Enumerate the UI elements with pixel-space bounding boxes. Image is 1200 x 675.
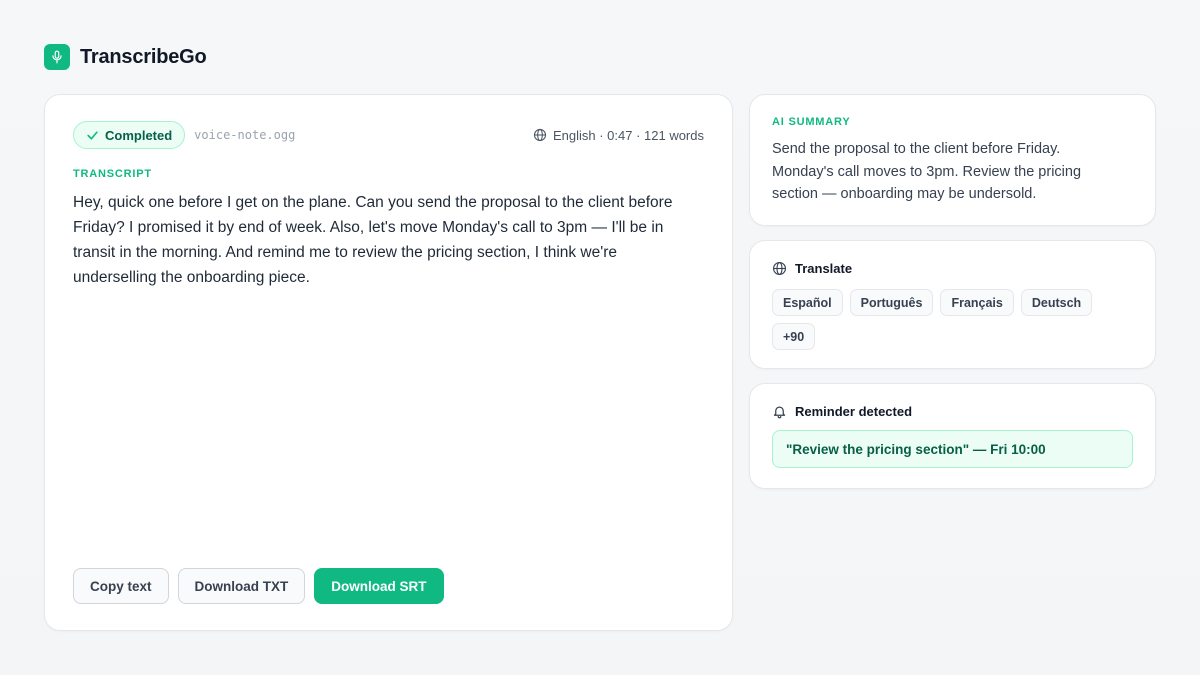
globe-icon — [533, 128, 547, 142]
ai-summary-card: AI Summary Send the proposal to the clie… — [749, 94, 1156, 226]
status-badge: Completed — [73, 121, 186, 149]
language-chips: Español Português Français Deutsch +90 — [772, 289, 1102, 350]
ai-summary-label: AI Summary — [772, 116, 851, 128]
check-icon — [86, 129, 99, 142]
globe-icon — [772, 261, 787, 276]
language-chip-german[interactable]: Deutsch — [1020, 289, 1093, 316]
translate-heading: Translate — [772, 261, 852, 276]
status-row: Completed voice-note.ogg English · 0:47 … — [73, 121, 704, 149]
reminder-title: Reminder detected — [795, 404, 913, 419]
reminder-heading: Reminder detected — [772, 404, 912, 419]
transcript-card: Completed voice-note.ogg English · 0:47 … — [44, 94, 733, 631]
reminder-detail[interactable]: "Review the pricing section" — Fri 10:00 — [772, 430, 1133, 468]
meta-text: English · 0:47 · 121 words — [552, 127, 704, 143]
more-languages-chip[interactable]: +90 — [772, 323, 816, 350]
language-chip-spanish[interactable]: Español — [772, 289, 843, 316]
transcript-label: Transcript — [73, 168, 152, 180]
transcript-text: Hey, quick one before I get on the plane… — [73, 194, 673, 286]
brand: TranscribeGo — [44, 44, 207, 70]
language-chip-portuguese[interactable]: Português — [849, 289, 934, 316]
microphone-icon — [44, 44, 70, 70]
download-txt-button[interactable]: Download TXT — [177, 568, 306, 604]
download-srt-button[interactable]: Download SRT — [314, 568, 444, 604]
language-chip-french[interactable]: Français — [940, 289, 1014, 316]
ai-summary-text: Send the proposal to the client before F… — [772, 141, 1082, 202]
transcript-actions: Copy text Download TXT Download SRT — [73, 568, 444, 604]
reminder-card: Reminder detected "Review the pricing se… — [749, 383, 1156, 489]
copy-text-button[interactable]: Copy text — [73, 568, 169, 604]
bell-icon — [772, 404, 787, 419]
app-name: TranscribeGo — [80, 45, 207, 68]
transcript-meta: English · 0:47 · 121 words — [533, 128, 704, 143]
translate-title: Translate — [795, 261, 853, 276]
file-name: voice-note.ogg — [194, 128, 296, 142]
translate-card: Translate Español Português Français Deu… — [749, 240, 1156, 369]
status-label: Completed — [105, 127, 173, 143]
